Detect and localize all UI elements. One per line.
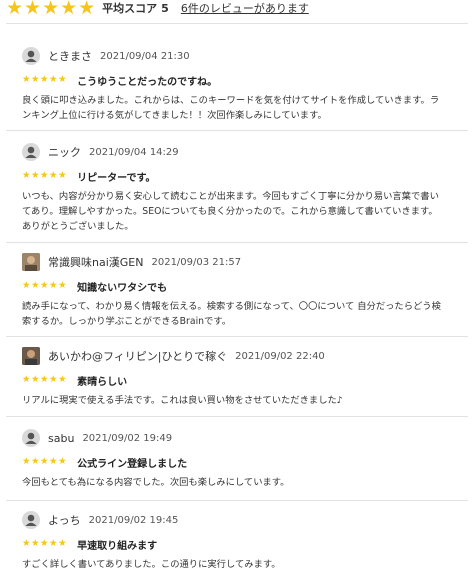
- reviewer-name[interactable]: 常識興味nai漢GEN: [48, 254, 143, 270]
- default-avatar-icon: [22, 143, 40, 161]
- review-item: ニック 2021/09/04 14:29 ★★★★★ リピーターです。 いつも、…: [22, 143, 462, 234]
- review-date: 2021/09/03 21:57: [151, 256, 242, 268]
- average-score-label: 平均スコア: [102, 2, 158, 15]
- reviewer-name[interactable]: sabu: [48, 432, 74, 445]
- review-title: 早速取り組みます: [77, 540, 158, 552]
- review-body: リアルに現実で使える手法です。これは良い買い物をさせていただきました♪: [22, 395, 343, 406]
- divider: [6, 416, 468, 417]
- reviewer-name[interactable]: ときまさ: [48, 48, 92, 64]
- review-body: 読み手になって、わかり易く情報を伝える。検索する側になって、〇〇について 自分だ…: [22, 301, 441, 327]
- default-avatar-icon: [22, 429, 40, 447]
- review-rating-stars: ★★★★★: [22, 538, 68, 549]
- review-item: あいかわ@フィリピン|ひとりで稼ぐ 2021/09/02 22:40 ★★★★★…: [22, 347, 462, 408]
- divider: [6, 23, 468, 24]
- review-count-link[interactable]: 6件のレビューがあります: [181, 0, 309, 16]
- review-item: よっち 2021/09/02 19:45 ★★★★★ 早速取り組みます すごく詳…: [22, 511, 462, 572]
- reviewer-name[interactable]: ニック: [48, 144, 81, 160]
- review-body: すごく詳しく書いてありました。この通りに実行してみます。: [22, 559, 281, 570]
- default-avatar-icon: [22, 511, 40, 529]
- review-body: 良く頭に叩き込みました。これからは、このキーワードを気を付けてサイトを作成してい…: [22, 95, 440, 121]
- review-date: 2021/09/02 22:40: [235, 350, 325, 362]
- review-item: 常識興味nai漢GEN 2021/09/03 21:57 ★★★★★ 知識ないワ…: [22, 253, 462, 329]
- default-avatar-icon: [22, 47, 40, 65]
- review-rating-stars: ★★★★★: [22, 456, 68, 467]
- review-item: sabu 2021/09/02 19:49 ★★★★★ 公式ライン登録しました …: [22, 429, 462, 490]
- average-rating-stars: ★★★★★: [6, 0, 97, 19]
- user-photo-avatar: [22, 253, 40, 271]
- review-title: 知識ないワタシでも: [77, 282, 168, 294]
- review-title: こうゆうことだったのですね。: [77, 76, 218, 88]
- review-date: 2021/09/02 19:49: [82, 432, 173, 444]
- average-score-value: 5: [161, 1, 169, 15]
- review-item: ときまさ 2021/09/04 21:30 ★★★★★ こうゆうことだったのです…: [22, 47, 462, 123]
- review-title: 素晴らしい: [77, 376, 128, 388]
- review-summary: ★★★★★ 平均スコア 5 6件のレビューがあります: [6, 0, 309, 19]
- review-title: リピーターです。: [77, 172, 156, 184]
- review-body: いつも、内容が分かり易く安心して読むことが出来ます。今回もすごく丁寧に分かり易い…: [22, 191, 439, 232]
- review-body: 今回もとても為になる内容でした。次回も楽しみにしています。: [22, 477, 290, 488]
- reviewer-name[interactable]: よっち: [48, 512, 81, 528]
- review-rating-stars: ★★★★★: [22, 280, 68, 291]
- user-photo-avatar: [22, 347, 40, 365]
- divider: [6, 500, 468, 501]
- divider: [6, 242, 468, 243]
- reviewer-name[interactable]: あいかわ@フィリピン|ひとりで稼ぐ: [48, 348, 227, 364]
- divider: [6, 336, 468, 337]
- review-title: 公式ライン登録しました: [77, 458, 188, 470]
- review-date: 2021/09/04 14:29: [89, 146, 179, 158]
- review-date: 2021/09/04 21:30: [100, 50, 190, 62]
- review-date: 2021/09/02 19:45: [88, 514, 179, 526]
- review-rating-stars: ★★★★★: [22, 74, 68, 85]
- review-rating-stars: ★★★★★: [22, 374, 68, 385]
- divider: [6, 130, 468, 131]
- review-rating-stars: ★★★★★: [22, 170, 68, 181]
